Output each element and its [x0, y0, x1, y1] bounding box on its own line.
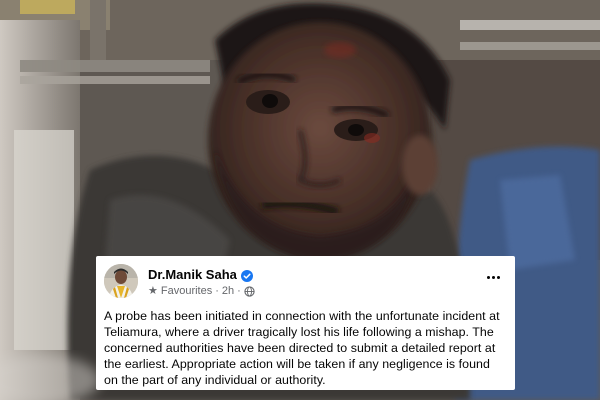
globe-icon[interactable] — [244, 286, 255, 297]
meta-separator: · — [215, 285, 219, 297]
more-options-icon — [486, 275, 490, 279]
post-meta-row: ★ Favourites · 2h · — [148, 285, 255, 298]
screenshot-scene: Dr.Manik Saha ★ Favourites · 2h · A prob… — [0, 0, 600, 400]
post-text: A probe has been initiated in connection… — [104, 309, 500, 387]
author-row: Dr.Manik Saha — [148, 267, 253, 282]
avatar-portrait-image — [104, 264, 138, 298]
author-name-link[interactable]: Dr.Manik Saha — [148, 267, 237, 282]
post-header: Dr.Manik Saha ★ Favourites · 2h · — [104, 264, 506, 308]
verified-badge-icon — [240, 269, 253, 282]
facebook-post-card: Dr.Manik Saha ★ Favourites · 2h · A prob… — [96, 256, 515, 390]
meta-separator-2: · — [237, 285, 241, 297]
author-avatar[interactable] — [104, 264, 138, 298]
more-options-icon-dot — [491, 275, 495, 279]
star-icon: ★ — [148, 285, 158, 297]
more-options-icon-dot — [496, 275, 500, 279]
post-timestamp[interactable]: 2h — [222, 285, 234, 298]
more-options-button[interactable] — [482, 268, 504, 286]
audience-label[interactable]: Favourites — [161, 285, 212, 298]
